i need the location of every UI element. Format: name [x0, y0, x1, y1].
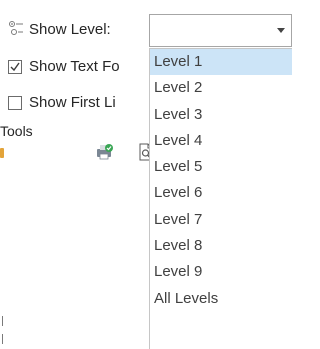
print-check-icon[interactable] — [95, 143, 113, 161]
show-level-label: Show Level: — [29, 21, 111, 38]
dropdown-item-level-8[interactable]: Level 8 — [150, 233, 292, 259]
check-mark-icon — [10, 62, 20, 72]
show-level-icon — [8, 20, 24, 38]
dropdown-item-level-6[interactable]: Level 6 — [150, 180, 292, 206]
dropdown-item-level-9[interactable]: Level 9 — [150, 259, 292, 285]
dropdown-item-level-7[interactable]: Level 7 — [150, 207, 292, 233]
tool-partial-icon[interactable] — [0, 146, 6, 160]
dropdown-item-level-5[interactable]: Level 5 — [150, 154, 292, 180]
dropdown-item-level-1[interactable]: Level 1 — [150, 49, 292, 76]
dropdown-item-all-levels[interactable]: All Levels — [150, 286, 292, 312]
show-text-formatting-checkbox[interactable] — [8, 60, 22, 74]
dropdown-item-level-4[interactable]: Level 4 — [150, 128, 292, 154]
show-text-formatting-label[interactable]: Show Text Fo — [29, 58, 149, 75]
chevron-down-icon[interactable] — [277, 28, 285, 33]
dropdown-item-level-3[interactable]: Level 3 — [150, 102, 292, 128]
left-edge-mark — [2, 316, 3, 326]
dropdown-item-level-2[interactable]: Level 2 — [150, 75, 292, 101]
tools-section-label: Tools — [0, 123, 33, 139]
show-level-dropdown[interactable]: Level 1 Level 2 Level 3 Level 4 Level 5 … — [149, 48, 292, 349]
show-level-combobox[interactable] — [149, 14, 292, 47]
left-edge-mark — [2, 334, 3, 344]
show-first-line-checkbox[interactable] — [8, 96, 22, 110]
show-first-line-label[interactable]: Show First Li — [29, 94, 149, 111]
